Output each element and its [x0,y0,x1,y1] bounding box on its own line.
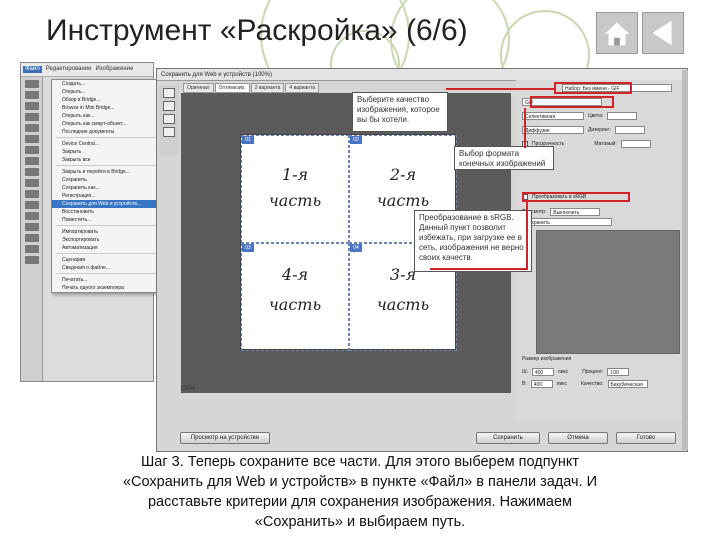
menu-separator [56,273,172,275]
cancel-button[interactable]: Отмена [548,432,608,444]
part-label: часть [268,191,322,210]
eyedropper-icon[interactable] [163,127,175,137]
menu-separator [56,165,172,167]
part-label: часть [376,191,430,210]
tool-zoom-icon[interactable] [25,256,39,264]
percent-label: Процент: [582,369,604,375]
caption-line: расставьте критерии для сохранения изобр… [147,494,573,510]
highlight-connector [524,108,526,148]
preview-select[interactable]: Выключить [550,208,601,216]
percent-input[interactable]: 100 [607,368,630,376]
home-icon [604,22,630,46]
done-button[interactable]: Готово [616,432,676,444]
ps-menubar: Файл Редактирование Изображение [21,63,153,77]
dither-label: Дизеринг: [588,127,611,133]
tool-shape-icon[interactable] [25,234,39,242]
slice-number-badge: 03 [242,244,254,252]
slice-number-badge: 02 [350,136,362,144]
callout-quality: Выберите качество изображения, которое в… [352,92,448,132]
part-label: часть [376,295,430,314]
hand-tool-icon[interactable] [163,88,175,98]
tab-original[interactable]: Оригинал [183,83,214,93]
step-caption: Шаг 3. Теперь сохраните все части. Для э… [30,452,690,532]
dialog-tools [159,85,179,155]
tool-path-icon[interactable] [25,223,39,231]
menu-file[interactable]: Файл [23,66,42,73]
part-label: 4-я [281,265,309,284]
slice-number-badge: 04 [350,244,362,252]
slice-1[interactable] [241,135,349,243]
highlight-convert [522,192,630,202]
menu-separator [56,253,172,255]
tool-move-icon[interactable] [25,80,39,88]
highlight-connector [526,200,528,270]
tool-eraser-icon[interactable] [25,168,39,176]
tool-pen-icon[interactable] [25,201,39,209]
part-label: 1-я [281,165,309,184]
dither-select[interactable]: Диффузия [522,126,584,134]
width-label: Ш: [522,369,528,375]
callout-convert: Преобразование в sRGB. Данный пункт позв… [414,210,532,272]
highlight-connector [446,88,556,90]
menu-separator [56,137,172,139]
back-button[interactable] [642,12,684,54]
matte-select[interactable] [620,140,651,148]
caption-line: «Сохранить» и выбираем путь. [254,514,466,530]
color-table [536,230,680,354]
reduction-select[interactable]: Селективная [522,112,584,120]
menu-image[interactable]: Изображение [95,66,133,73]
tool-dodge-icon[interactable] [25,190,39,198]
width-units: пикс [557,369,569,375]
tool-type-icon[interactable] [25,212,39,220]
tool-crop-icon[interactable] [25,113,39,121]
slide-title: Инструмент «Раскройка» (6/6) [46,14,468,47]
tool-lasso-icon[interactable] [25,102,39,110]
quality-label: Качество: [580,381,604,387]
tool-hand-icon[interactable] [25,245,39,253]
slice-number-badge: 01 [242,136,254,144]
height-input[interactable]: 400 [530,380,553,388]
tool-stamp-icon[interactable] [25,157,39,165]
part-label: часть [268,295,322,314]
highlight-preset [554,82,632,94]
colors-select[interactable] [607,112,638,120]
callout-format: Выбор формата конечных изображений [454,146,554,170]
image-size-label: Размер изображения [522,356,572,362]
tool-brush-icon[interactable] [25,146,39,154]
matte-label: Матовый: [594,141,617,147]
ps-toolbox [21,77,43,381]
height-units: пикс [556,381,567,387]
save-button[interactable]: Сохранить [476,432,540,444]
tool-marquee-icon[interactable] [25,91,39,99]
photoshop-window: Файл Редактирование Изображение Создать.… [20,62,177,382]
tab-optimized[interactable]: Оптимизир. [214,83,250,93]
zoom-tool-icon[interactable] [163,114,175,124]
tool-gradient-icon[interactable] [25,179,39,187]
highlight-connector [430,268,528,270]
zoom-level[interactable]: 100% [180,386,510,396]
tool-heal-icon[interactable] [25,135,39,143]
colors-label: Цвета: [588,113,604,119]
menu-separator [56,225,172,227]
tool-slice-icon[interactable] [25,124,39,132]
slice-select-icon[interactable] [163,101,175,111]
caption-line: «Сохранить для Web и устройств» в пункте… [122,474,598,490]
part-label: 2-я [389,165,417,184]
scrollbar[interactable] [682,70,688,450]
menu-edit[interactable]: Редактирование [46,66,92,73]
dialog-tabs: Оригинал Оптимизир. 2 варианта 4 вариант… [183,83,320,93]
width-input[interactable]: 400 [531,368,554,376]
tab-2up[interactable]: 2 варианта [250,83,285,93]
highlight-format [530,96,614,108]
device-preview-button[interactable]: Просмотр на устройстве [180,432,270,444]
quality-select[interactable]: Бикубическая [607,380,648,388]
dither-amount[interactable] [614,126,645,134]
back-arrow-icon [652,20,672,46]
tab-4up[interactable]: 4 варианта [285,83,320,93]
metadata-select[interactable]: Сохранить [522,218,612,226]
home-button[interactable] [596,12,638,54]
caption-line: Шаг 3. Теперь сохраните все части. Для э… [140,454,579,470]
height-label: В: [522,381,527,387]
